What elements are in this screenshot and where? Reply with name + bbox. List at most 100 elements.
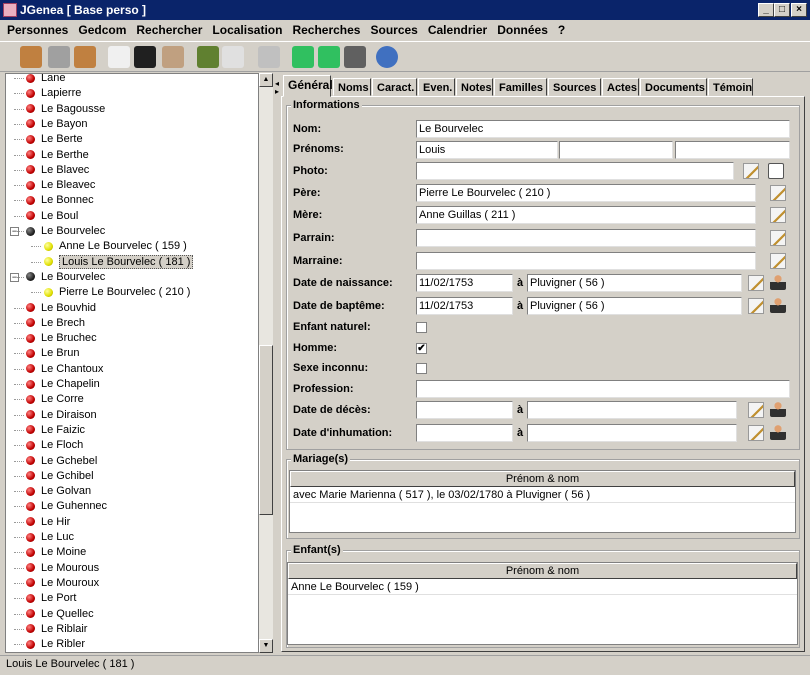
tree-item[interactable]: Le Mouroux	[26, 576, 99, 591]
edit-marraine-icon[interactable]	[770, 253, 786, 269]
tree-item[interactable]: Le Chapelin	[26, 377, 100, 392]
person-naissance-icon[interactable]	[770, 274, 786, 290]
close-button[interactable]: ×	[791, 3, 807, 17]
tab-familles[interactable]: Familles	[494, 78, 547, 96]
papers-icon[interactable]	[162, 46, 184, 68]
enfants-column-header[interactable]: Prénom & nom	[288, 563, 797, 579]
tree-item[interactable]: Le Port	[26, 591, 76, 606]
tool-icon[interactable]	[344, 46, 366, 68]
tab-general[interactable]: Général	[283, 75, 333, 97]
menu-sources[interactable]: Sources	[370, 23, 417, 37]
menu-recherches[interactable]: Recherches	[292, 23, 360, 37]
tree-item[interactable]: Le Quellec	[26, 607, 94, 622]
edit-inhumation-icon[interactable]	[748, 425, 764, 441]
mere-field[interactable]: Anne Guillas ( 211 )	[416, 206, 756, 224]
nom-field[interactable]: Le Bourvelec	[416, 120, 790, 138]
tree-item[interactable]: Le Diraison	[26, 408, 97, 423]
remove-person-icon[interactable]	[74, 46, 96, 68]
inhumation-lieu-field[interactable]	[527, 424, 737, 442]
tree-scrollbar[interactable]: ▲ ▼	[259, 73, 273, 653]
prenom-field-3[interactable]	[675, 141, 790, 159]
tree-item[interactable]: Le Bayon	[26, 117, 87, 132]
person-deces-icon[interactable]	[770, 401, 786, 417]
tree-item[interactable]: Le Bouvhid	[26, 301, 96, 316]
edit-bapteme-icon[interactable]	[748, 298, 764, 314]
deces-lieu-field[interactable]	[527, 401, 737, 419]
tree-item[interactable]: Le Bruchec	[26, 331, 97, 346]
tree-item[interactable]: Anne Le Bourvelec ( 159 )	[44, 239, 187, 254]
menu-donnees[interactable]: Données	[497, 23, 548, 37]
menu-localisation[interactable]: Localisation	[212, 23, 282, 37]
add-person-icon[interactable]	[20, 46, 42, 68]
tree-item[interactable]: Le Faizic	[26, 423, 85, 438]
tree-item[interactable]: Le Corre	[26, 392, 84, 407]
tree-item[interactable]: Lane	[26, 74, 65, 86]
maximize-button[interactable]: □	[774, 3, 790, 17]
tree-item[interactable]: Le Bagousse	[26, 102, 105, 117]
tree-item[interactable]: Le Brech	[26, 316, 85, 331]
tree-item[interactable]: Le Moine	[26, 545, 86, 560]
mariage-row[interactable]: avec Marie Marienna ( 517 ), le 03/02/17…	[290, 487, 795, 503]
tree-item[interactable]: Le Gchebel	[26, 454, 97, 469]
tree-item[interactable]: Le Ribler	[26, 637, 85, 652]
tab-documents[interactable]: Documents	[640, 78, 707, 96]
sexe-inconnu-checkbox[interactable]	[416, 363, 427, 374]
tree-item[interactable]: Le Golvan	[26, 484, 91, 499]
profession-field[interactable]	[416, 380, 790, 398]
prenom-field-2[interactable]	[559, 141, 673, 159]
tree-item[interactable]: Le Bourvelec	[26, 270, 105, 285]
parrain-field[interactable]	[416, 229, 756, 247]
tab-temoin[interactable]: Témoin	[708, 78, 753, 96]
tree-item[interactable]: Le Bourvelec	[26, 224, 105, 239]
tree-icon[interactable]	[134, 46, 156, 68]
menu-calendrier[interactable]: Calendrier	[428, 23, 487, 37]
mariages-table[interactable]: Prénom & nom avec Marie Marienna ( 517 )…	[289, 470, 796, 533]
photo-field[interactable]	[416, 162, 734, 180]
tab-notes[interactable]: Notes	[456, 78, 493, 96]
tree-item[interactable]: Louis Le Bourvelec ( 181 )	[44, 254, 194, 270]
tree-item[interactable]: Le Hir	[26, 515, 70, 530]
scroll-up-button[interactable]: ▲	[259, 73, 273, 87]
minimize-button[interactable]: _	[758, 3, 774, 17]
mariages-column-header[interactable]: Prénom & nom	[290, 471, 795, 487]
notes-icon[interactable]	[222, 46, 244, 68]
tree-item[interactable]: Le Riblair	[26, 622, 87, 637]
tree-item[interactable]: Le Luc	[26, 530, 74, 545]
menu-rechercher[interactable]: Rechercher	[136, 23, 202, 37]
tab-noms[interactable]: Noms	[333, 78, 371, 96]
tree-item[interactable]: Le Mourous	[26, 561, 99, 576]
tab-even[interactable]: Even.	[418, 78, 455, 96]
pere-field[interactable]: Pierre Le Bourvelec ( 210 )	[416, 184, 756, 202]
tree-item[interactable]: Le Boul	[26, 209, 78, 224]
tree-item[interactable]: Lapierre	[26, 86, 81, 101]
tree-item[interactable]: Le Guhennec	[26, 499, 107, 514]
tab-sources[interactable]: Sources	[548, 78, 601, 96]
splitter-arrows[interactable]: ◂ ▸	[275, 80, 279, 96]
search-document-icon[interactable]	[108, 46, 130, 68]
tree-item[interactable]: Le Brun	[26, 346, 80, 361]
enfant-row[interactable]: Anne Le Bourvelec ( 159 )	[288, 579, 797, 595]
tree-item[interactable]: Le Gchibel	[26, 469, 94, 484]
inhumation-date-field[interactable]	[416, 424, 513, 442]
naissance-date-field[interactable]: 11/02/1753	[416, 274, 513, 292]
scroll-thumb[interactable]	[259, 345, 273, 515]
bapteme-date-field[interactable]: 11/02/1753	[416, 297, 513, 315]
prenom-field-1[interactable]: Louis	[416, 141, 558, 159]
tree-item[interactable]: Le Chantoux	[26, 362, 103, 377]
books-icon[interactable]	[197, 46, 219, 68]
menu-personnes[interactable]: Personnes	[7, 23, 68, 37]
enfants-table[interactable]: Prénom & nom Anne Le Bourvelec ( 159 )	[287, 562, 798, 645]
enfant-naturel-checkbox[interactable]	[416, 322, 427, 333]
person-disabled-icon[interactable]	[48, 46, 70, 68]
view-photo-icon[interactable]	[768, 163, 784, 179]
edit-deces-icon[interactable]	[748, 402, 764, 418]
tab-caract[interactable]: Caract.	[372, 78, 417, 96]
tree-item[interactable]: Le Berte	[26, 132, 83, 147]
scroll-down-button[interactable]: ▼	[259, 639, 273, 653]
tree-item[interactable]: Le Blavec	[26, 163, 89, 178]
info-icon[interactable]	[376, 46, 398, 68]
import-truck-icon[interactable]	[318, 46, 340, 68]
tree-item[interactable]: Pierre Le Bourvelec ( 210 )	[44, 285, 190, 300]
edit-pere-icon[interactable]	[770, 185, 786, 201]
edit-photo-icon[interactable]	[743, 163, 759, 179]
